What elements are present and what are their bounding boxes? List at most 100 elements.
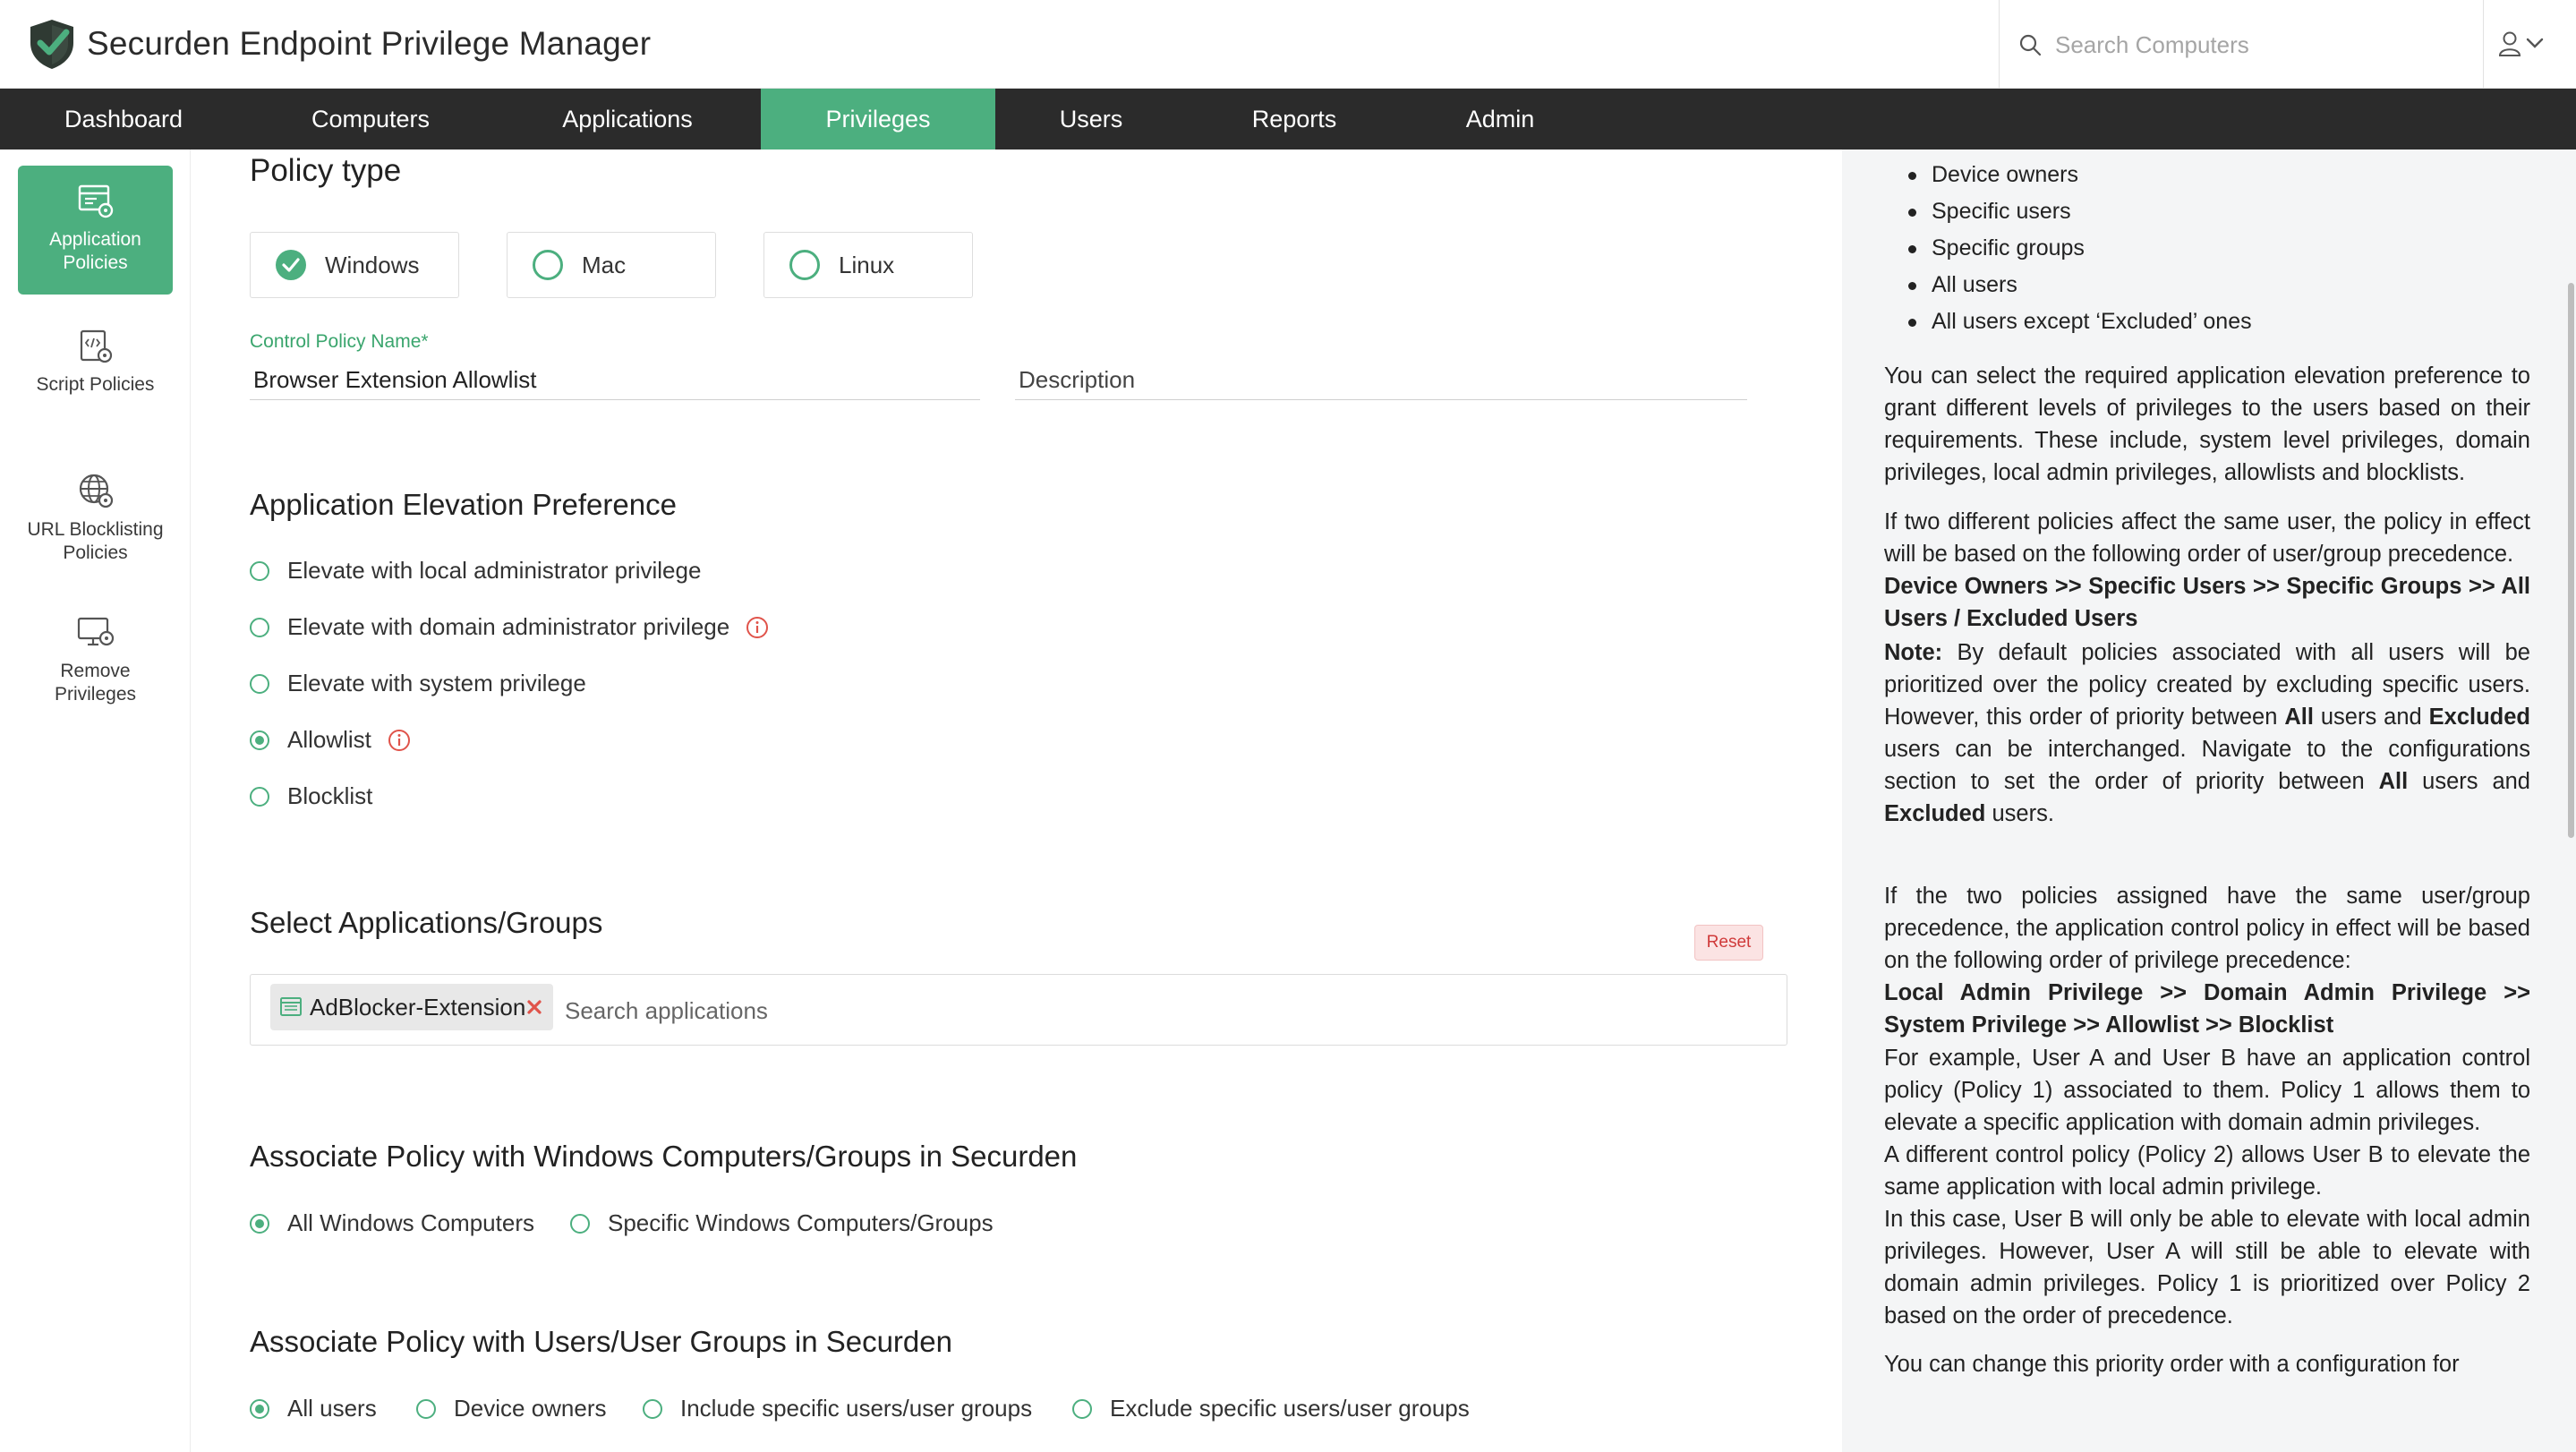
search-applications-input[interactable]	[565, 991, 1764, 1030]
check-circle-icon	[276, 250, 306, 280]
application-policy-icon	[78, 184, 113, 218]
nav-computers[interactable]: Computers	[276, 89, 465, 149]
nav-admin[interactable]: Admin	[1450, 89, 1550, 149]
user-menu[interactable]	[2497, 29, 2560, 61]
policy-type-label: Linux	[839, 251, 895, 278]
sidebar-item-url-blocklisting[interactable]: URL Blocklisting Policies	[18, 463, 173, 579]
option-label: All Windows Computers	[287, 1209, 534, 1236]
user-option-include-specific[interactable]: Include specific users/user groups	[643, 1395, 1032, 1422]
application-picker[interactable]: AdBlocker-Extension	[250, 974, 1787, 1046]
radio-button-selected[interactable]	[250, 1213, 269, 1234]
info-icon[interactable]	[746, 616, 769, 639]
policy-type-windows[interactable]: Windows	[250, 232, 459, 298]
computers-heading: Associate Policy with Windows Computers/…	[250, 1140, 1078, 1173]
script-policy-icon	[80, 329, 112, 363]
option-label: Elevate with local administrator privile…	[287, 557, 702, 584]
option-label: Allowlist	[287, 726, 371, 753]
securden-shield-logo-icon[interactable]	[27, 18, 77, 70]
elevation-heading: Application Elevation Preference	[250, 488, 677, 521]
chevron-down-icon	[2526, 38, 2544, 48]
radio-button[interactable]	[250, 786, 269, 807]
help-paragraph: A different control policy (Policy 2) al…	[1884, 1142, 2530, 1200]
radio-button[interactable]	[1072, 1398, 1092, 1419]
radio-button-selected[interactable]	[250, 1398, 269, 1419]
radio-button-selected[interactable]	[250, 730, 269, 750]
main-nav: Dashboard Computers Applications Privile…	[0, 89, 2576, 149]
radio-button[interactable]	[250, 560, 269, 581]
policy-name-label: Control Policy Name*	[250, 331, 429, 352]
sidebar-item-label: Script Policies	[36, 374, 155, 395]
sidebar-item-script-policies[interactable]: Script Policies	[18, 320, 173, 418]
radio-button[interactable]	[416, 1398, 436, 1419]
nav-applications[interactable]: Applications	[528, 89, 727, 149]
elevation-option-blocklist[interactable]: Blocklist	[250, 782, 372, 810]
list-item: Specific users	[1908, 193, 2252, 230]
user-option-exclude-specific[interactable]: Exclude specific users/user groups	[1072, 1395, 1470, 1422]
nav-privileges[interactable]: Privileges	[761, 89, 995, 149]
top-bar: Securden Endpoint Privilege Manager	[0, 0, 2576, 89]
sidebar-item-label: Application Policies	[49, 229, 141, 273]
nav-dashboard[interactable]: Dashboard	[36, 89, 211, 149]
help-paragraph: If two different policies affect the sam…	[1884, 509, 2530, 567]
radio-circle-icon	[533, 250, 563, 280]
policy-type-linux[interactable]: Linux	[763, 232, 973, 298]
chip-label: AdBlocker-Extension	[310, 993, 526, 1021]
user-precedence-list: Device owners Specific users Specific gr…	[1908, 157, 2252, 340]
user-option-device-owners[interactable]: Device owners	[416, 1395, 607, 1422]
application-icon	[280, 997, 302, 1016]
privileges-sidebar: Application Policies Script Policies URL…	[0, 149, 191, 1452]
remove-privilege-icon	[77, 617, 114, 646]
list-item: Specific groups	[1908, 230, 2252, 267]
option-label: Include specific users/user groups	[680, 1395, 1033, 1422]
help-paragraph: In this case, User B will only be able t…	[1884, 1207, 2530, 1328]
user-option-all[interactable]: All users	[250, 1395, 377, 1422]
user-precedence-order: Device Owners >> Specific Users >> Speci…	[1884, 574, 2530, 631]
policy-type-label: Mac	[582, 251, 627, 278]
nav-users[interactable]: Users	[1038, 89, 1144, 149]
option-label: Device owners	[454, 1395, 607, 1422]
option-label: Blocklist	[287, 782, 373, 809]
list-item: Device owners	[1908, 157, 2252, 193]
help-scrollbar[interactable]	[2568, 283, 2574, 838]
list-item: All users	[1908, 267, 2252, 303]
help-paragraph: You can change this priority order with …	[1884, 1352, 2460, 1377]
computer-option-specific[interactable]: Specific Windows Computers/Groups	[570, 1209, 994, 1237]
sidebar-item-remove-privileges[interactable]: Remove Privileges	[18, 606, 173, 722]
search-icon	[2019, 34, 2042, 56]
elevation-option-domain-admin[interactable]: Elevate with domain administrator privil…	[250, 613, 769, 641]
info-icon[interactable]	[388, 729, 411, 752]
reset-button[interactable]: Reset	[1694, 925, 1763, 961]
description-input[interactable]	[1015, 361, 1747, 400]
radio-button[interactable]	[250, 673, 269, 694]
elevation-option-allowlist[interactable]: Allowlist	[250, 726, 411, 754]
elevation-option-local-admin[interactable]: Elevate with local administrator privile…	[250, 557, 701, 585]
option-label: All users	[287, 1395, 377, 1422]
nav-reports[interactable]: Reports	[1231, 89, 1358, 149]
radio-button[interactable]	[250, 617, 269, 637]
policy-type-label: Windows	[325, 251, 420, 278]
elevation-option-system[interactable]: Elevate with system privilege	[250, 670, 586, 697]
policy-name-input[interactable]	[250, 361, 980, 400]
policy-type-mac[interactable]: Mac	[507, 232, 716, 298]
search-computers-input[interactable]	[2055, 25, 2449, 64]
computer-option-all[interactable]: All Windows Computers	[250, 1209, 534, 1237]
radio-button[interactable]	[643, 1398, 662, 1419]
globe-icon	[79, 474, 113, 508]
help-paragraph: You can select the required application …	[1884, 363, 2530, 485]
close-icon[interactable]	[526, 999, 542, 1015]
help-paragraph: If the two policies assigned have the sa…	[1884, 884, 2530, 973]
selected-app-chip: AdBlocker-Extension	[270, 984, 553, 1030]
radio-button[interactable]	[570, 1213, 590, 1234]
computer-search	[1999, 0, 2484, 89]
users-heading: Associate Policy with Users/User Groups …	[250, 1325, 952, 1358]
policy-form: Policy type Windows Mac Linux Control Po…	[191, 149, 1842, 1452]
policy-type-heading: Policy type	[250, 153, 402, 188]
option-label: Exclude specific users/user groups	[1110, 1395, 1470, 1422]
sidebar-item-label: URL Blocklisting Policies	[27, 519, 164, 563]
list-item: All users except ‘Excluded’ ones	[1908, 303, 2252, 340]
sidebar-item-application-policies[interactable]: Application Policies	[18, 166, 173, 295]
option-label: Elevate with system privilege	[287, 670, 586, 696]
help-note: Note: By default policies associated wit…	[1884, 640, 2530, 826]
help-panel: Device owners Specific users Specific gr…	[1842, 149, 2576, 1452]
option-label: Elevate with domain administrator privil…	[287, 613, 730, 640]
